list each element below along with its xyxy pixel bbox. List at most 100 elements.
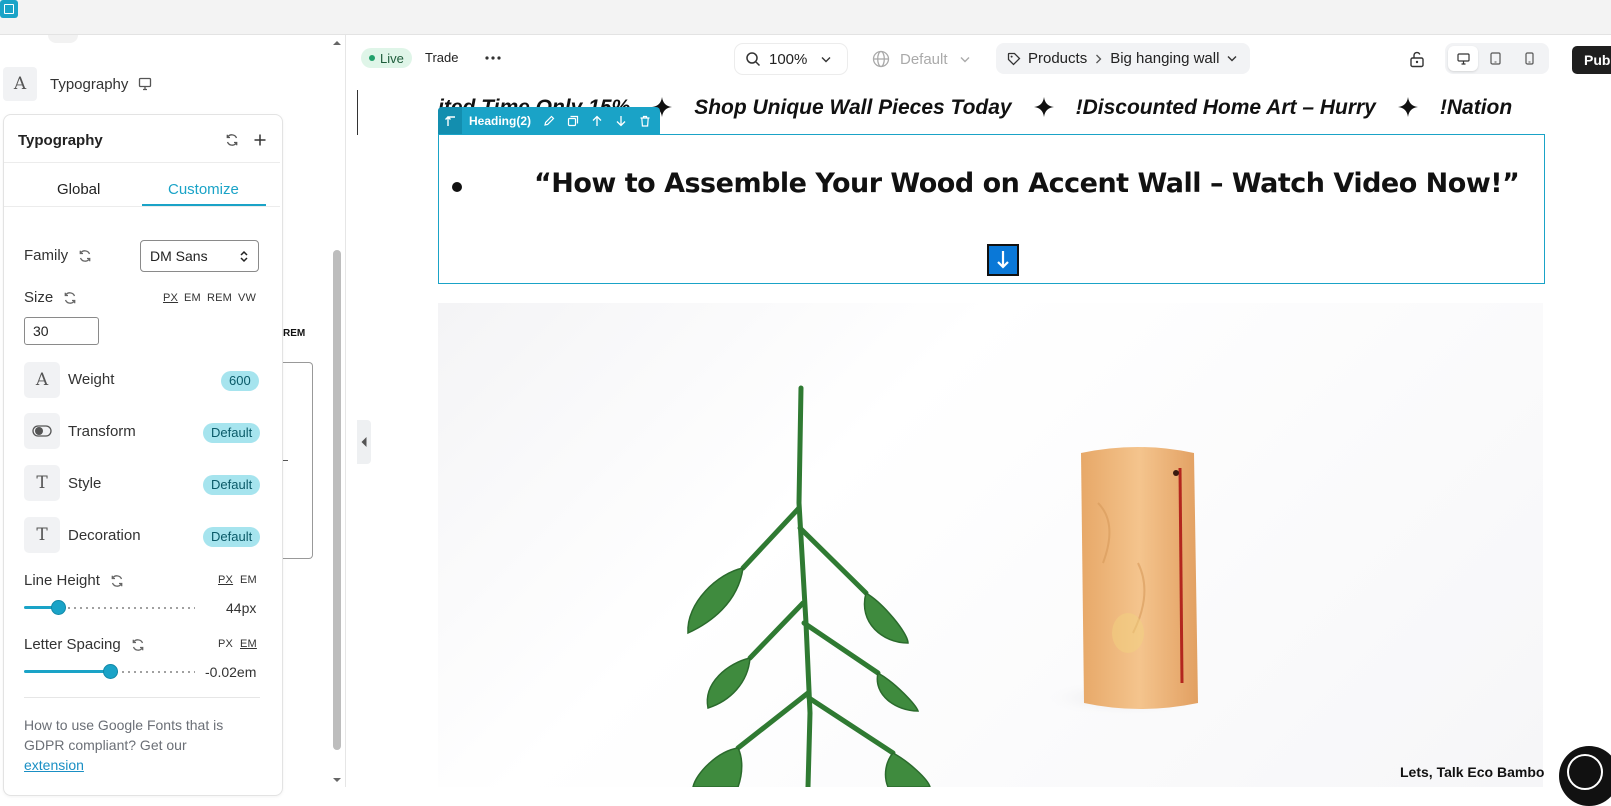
weight-value-badge[interactable]: 600 bbox=[221, 371, 259, 391]
line-height-slider[interactable] bbox=[24, 600, 195, 615]
letter-spacing-unit-px[interactable]: PX bbox=[218, 638, 233, 650]
locale-select[interactable]: Default bbox=[863, 44, 975, 74]
add-icon[interactable] bbox=[253, 133, 267, 147]
line-height-unit-em[interactable]: EM bbox=[240, 574, 257, 586]
reset-icon[interactable] bbox=[225, 133, 239, 147]
live-dot-icon bbox=[369, 55, 375, 61]
size-unit-px[interactable]: PX bbox=[163, 292, 178, 304]
tab-global[interactable]: Global bbox=[57, 181, 100, 198]
letter-spacing-unit-em[interactable]: EM bbox=[240, 638, 257, 650]
font-size-input[interactable]: 30 bbox=[24, 317, 99, 345]
weight-label: Weight bbox=[68, 371, 115, 388]
panel-divider bbox=[4, 162, 280, 163]
font-family-select[interactable]: DM Sans bbox=[140, 240, 259, 272]
footer-brand-text: Lets, Talk Eco Bambo bbox=[1400, 764, 1545, 780]
heading-tag-label: Heading(2) bbox=[469, 113, 532, 128]
leaf-branch-graphic bbox=[735, 385, 896, 787]
extension-link[interactable]: extension bbox=[24, 757, 84, 773]
device-switcher bbox=[1445, 43, 1549, 74]
wood-cylinder-graphic bbox=[1081, 447, 1198, 709]
product-image[interactable] bbox=[438, 303, 1543, 787]
sidebar-fade bbox=[48, 35, 78, 43]
decoration-icon: T bbox=[24, 517, 60, 553]
size-reset-icon[interactable] bbox=[63, 291, 77, 305]
move-down-icon[interactable] bbox=[615, 115, 627, 127]
typography-icon: A bbox=[3, 67, 37, 101]
size-unit-rem[interactable]: REM bbox=[207, 292, 232, 304]
sparkle-icon bbox=[1397, 97, 1418, 117]
duplicate-icon[interactable] bbox=[567, 115, 579, 127]
chat-avatar bbox=[1567, 754, 1603, 790]
transform-toggle-icon bbox=[24, 413, 60, 449]
gdpr-help-copy: How to use Google Fonts that is GDPR com… bbox=[24, 717, 224, 753]
breadcrumb-products[interactable]: Products bbox=[1028, 50, 1087, 67]
live-label: Live bbox=[380, 50, 404, 66]
letter-spacing-label: Letter Spacing bbox=[24, 636, 121, 653]
product-photo bbox=[687, 385, 1216, 787]
typography-section-header[interactable]: A Typography bbox=[3, 66, 303, 102]
tablet-view-button[interactable] bbox=[1478, 46, 1512, 71]
heading-text[interactable]: “How to Assemble Your Wood on Accent Wal… bbox=[534, 168, 1534, 199]
chat-widget-button[interactable] bbox=[1559, 746, 1611, 806]
collapse-sidebar-handle[interactable] bbox=[357, 420, 371, 464]
tag-icon bbox=[1007, 52, 1021, 65]
weight-icon: A bbox=[24, 362, 60, 398]
desktop-view-button[interactable] bbox=[1448, 46, 1478, 71]
publish-button[interactable]: Publ bbox=[1572, 46, 1611, 74]
letter-spacing-slider[interactable] bbox=[24, 664, 195, 679]
desktop-device-icon bbox=[139, 77, 152, 91]
size-label: Size bbox=[24, 289, 54, 306]
arrow-down-icon bbox=[997, 251, 1009, 269]
app-logo-icon[interactable] bbox=[0, 0, 18, 18]
transform-value-badge[interactable]: Default bbox=[203, 423, 261, 443]
marquee-item: !Nation bbox=[1439, 96, 1513, 119]
tab-customize[interactable]: Customize bbox=[168, 181, 239, 198]
size-unit-vw[interactable]: VW bbox=[238, 292, 256, 304]
delete-trash-icon[interactable] bbox=[639, 115, 651, 127]
heading-bullet bbox=[452, 182, 462, 192]
globe-icon bbox=[872, 50, 890, 68]
store-name[interactable]: Trade bbox=[425, 50, 458, 65]
mobile-view-button[interactable] bbox=[1512, 46, 1546, 71]
style-value-badge[interactable]: Default bbox=[203, 475, 261, 495]
letter-spacing-reset-icon[interactable] bbox=[131, 638, 145, 652]
zoom-control[interactable]: 100% bbox=[735, 44, 847, 74]
marquee-item: Shop Unique Wall Pieces Today bbox=[694, 96, 1012, 119]
family-reset-icon[interactable] bbox=[78, 249, 92, 263]
drop-position-marker[interactable] bbox=[987, 244, 1019, 276]
underlying-unit-label: REM bbox=[283, 328, 306, 339]
more-options-icon[interactable] bbox=[484, 51, 502, 65]
scroll-up-icon[interactable] bbox=[332, 39, 342, 47]
style-icon: T bbox=[24, 465, 60, 501]
app-titlebar bbox=[0, 0, 1611, 35]
decoration-value-badge[interactable]: Default bbox=[203, 527, 261, 547]
live-status-badge[interactable]: Live bbox=[361, 48, 412, 68]
heading-element-toolbar: Heading(2) bbox=[438, 107, 660, 134]
caret-left-icon bbox=[361, 437, 367, 447]
page-breadcrumb[interactable]: Products Big hanging wall bbox=[996, 43, 1250, 74]
breadcrumb-chevron-down-icon bbox=[1227, 56, 1237, 62]
line-height-slider-thumb[interactable] bbox=[51, 600, 66, 615]
updown-chevron-icon bbox=[240, 250, 248, 263]
line-height-unit-px[interactable]: PX bbox=[218, 574, 233, 586]
sidebar-scrollbar-thumb[interactable] bbox=[333, 250, 341, 750]
unlock-icon[interactable] bbox=[1408, 50, 1426, 68]
select-parent-button[interactable] bbox=[438, 107, 462, 134]
line-height-reset-icon[interactable] bbox=[110, 574, 124, 588]
tablet-icon bbox=[1489, 52, 1501, 65]
breadcrumb-page[interactable]: Big hanging wall bbox=[1110, 50, 1219, 67]
mobile-icon bbox=[1524, 52, 1534, 65]
gdpr-help-text: How to use Google Fonts that is GDPR com… bbox=[24, 715, 249, 775]
letter-spacing-slider-thumb[interactable] bbox=[103, 664, 118, 679]
zoom-value: 100% bbox=[769, 50, 808, 68]
marquee-item: !Discounted Home Art – Hurry bbox=[1075, 96, 1376, 119]
move-up-icon[interactable] bbox=[591, 115, 603, 127]
transform-label: Transform bbox=[68, 423, 136, 440]
decoration-label: Decoration bbox=[68, 527, 141, 544]
scroll-down-icon[interactable] bbox=[332, 776, 342, 784]
font-family-value: DM Sans bbox=[150, 248, 208, 264]
locale-chevron-down-icon bbox=[960, 56, 970, 62]
size-unit-em[interactable]: EM bbox=[184, 292, 201, 304]
typography-section-title: Typography bbox=[50, 75, 129, 93]
edit-pencil-icon[interactable] bbox=[543, 115, 555, 127]
